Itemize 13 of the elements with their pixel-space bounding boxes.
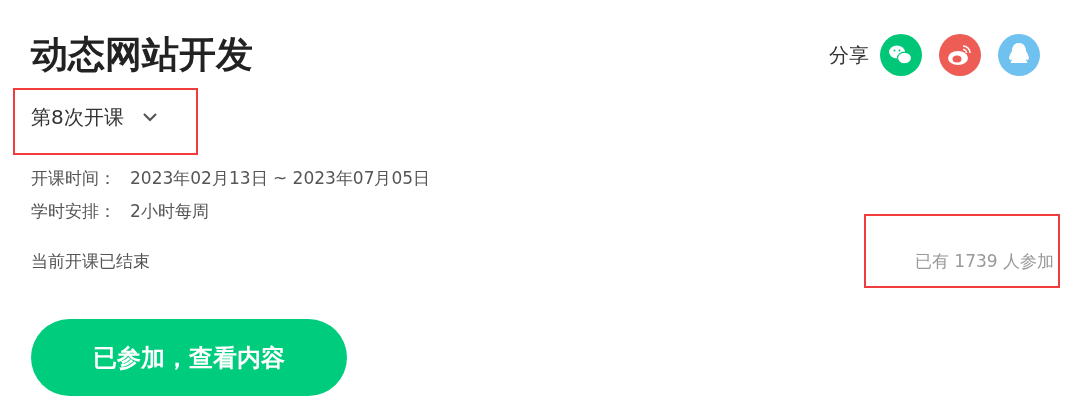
participant-count: 已有 1739 人参加	[914, 250, 1054, 273]
session-dropdown[interactable]: 第8次开课	[31, 102, 158, 132]
course-status: 当前开课已结束	[31, 250, 151, 273]
penguin-icon[interactable]	[998, 34, 1040, 76]
chat-bubbles-icon[interactable]	[880, 34, 922, 76]
course-title: 动态网站开发	[31, 32, 253, 78]
info-label: 学时安排：	[31, 201, 116, 221]
info-value: 2小时每周	[130, 201, 209, 221]
chevron-down-icon	[141, 112, 158, 122]
info-value: 2023年02月13日 ~ 2023年07月05日	[130, 168, 431, 188]
eye-icon[interactable]	[939, 34, 981, 76]
share-label: 分享	[829, 41, 869, 69]
info-label: 开课时间：	[31, 168, 116, 188]
